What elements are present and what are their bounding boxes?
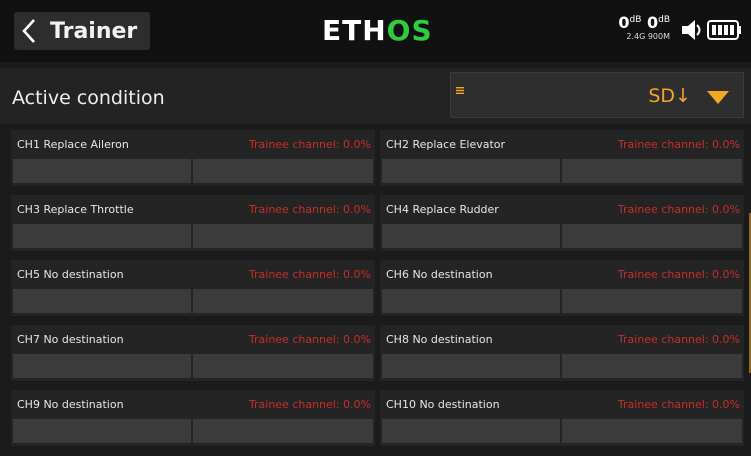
channel-card[interactable]: CH1 Replace Aileron Trainee channel: 0.0… [11, 130, 375, 186]
mode-field[interactable] [562, 289, 742, 313]
trainee-status: Trainee channel: 0.0% [617, 203, 740, 216]
source-field[interactable] [13, 289, 191, 313]
channel-card[interactable]: CH6 No destination Trainee channel: 0.0% [380, 260, 744, 316]
source-field[interactable] [13, 419, 191, 443]
source-field[interactable] [13, 224, 191, 248]
speaker-icon[interactable] [680, 18, 704, 46]
channel-label: CH10 No destination [386, 398, 500, 411]
rssi-2g4-value: 0 [618, 13, 630, 32]
trainee-status: Trainee channel: 0.0% [617, 138, 740, 151]
ethos-logo: ETHOS [322, 14, 433, 47]
status-area: 0dB 0dB 2.4G 900M [618, 14, 743, 50]
header-bar: Trainer ETHOS 0dB 0dB 2.4G 900M [0, 0, 751, 62]
source-field[interactable] [382, 159, 560, 183]
channel-label: CH6 No destination [386, 268, 493, 281]
source-field[interactable] [382, 289, 560, 313]
active-condition-value: SD↓ [648, 85, 691, 107]
trainee-status: Trainee channel: 0.0% [248, 138, 371, 151]
mode-field[interactable] [193, 159, 373, 183]
chevron-left-icon [14, 12, 44, 50]
battery-icon [707, 19, 743, 45]
trainee-status: Trainee channel: 0.0% [248, 333, 371, 346]
channel-card[interactable]: CH9 No destination Trainee channel: 0.0% [11, 390, 375, 446]
channel-card[interactable]: CH2 Replace Elevator Trainee channel: 0.… [380, 130, 744, 186]
band-label: 2.4G 900M [626, 32, 670, 41]
channel-card[interactable]: CH4 Replace Rudder Trainee channel: 0.0% [380, 195, 744, 251]
mode-field[interactable] [193, 224, 373, 248]
channel-card[interactable]: CH5 No destination Trainee channel: 0.0% [11, 260, 375, 316]
channel-label: CH2 Replace Elevator [386, 138, 506, 151]
channel-label: CH4 Replace Rudder [386, 203, 499, 216]
mode-field[interactable] [562, 224, 742, 248]
trainee-status: Trainee channel: 0.0% [617, 268, 740, 281]
active-condition-select[interactable]: SD↓ [450, 72, 744, 118]
channel-label: CH5 No destination [17, 268, 124, 281]
mode-field[interactable] [193, 354, 373, 378]
page-title: Trainer [50, 18, 138, 44]
source-field[interactable] [13, 159, 191, 183]
channel-label: CH9 No destination [17, 398, 124, 411]
channel-label: CH8 No destination [386, 333, 493, 346]
rssi-900m-value: 0 [646, 13, 659, 32]
source-field[interactable] [382, 224, 560, 248]
mode-field[interactable] [193, 419, 373, 443]
channel-label: CH3 Replace Throttle [17, 203, 134, 216]
channel-card[interactable]: CH8 No destination Trainee channel: 0.0% [380, 325, 744, 381]
source-field[interactable] [382, 354, 560, 378]
back-button[interactable]: Trainer [14, 12, 150, 50]
trainee-status: Trainee channel: 0.0% [248, 203, 371, 216]
active-condition-row: Active condition SD↓ [0, 68, 751, 124]
trainee-status: Trainee channel: 0.0% [617, 333, 740, 346]
channel-card[interactable]: CH3 Replace Throttle Trainee channel: 0.… [11, 195, 375, 251]
mode-field[interactable] [562, 354, 742, 378]
source-field[interactable] [13, 354, 191, 378]
mode-field[interactable] [562, 419, 742, 443]
source-field[interactable] [382, 419, 560, 443]
channel-label: CH7 No destination [17, 333, 124, 346]
mode-field[interactable] [562, 159, 742, 183]
active-condition-label: Active condition [12, 87, 165, 109]
channel-card[interactable]: CH10 No destination Trainee channel: 0.0… [380, 390, 744, 446]
trainee-status: Trainee channel: 0.0% [248, 268, 371, 281]
trainee-status: Trainee channel: 0.0% [617, 398, 740, 411]
menu-icon [456, 79, 464, 98]
channel-card[interactable]: CH7 No destination Trainee channel: 0.0% [11, 325, 375, 381]
channel-label: CH1 Replace Aileron [17, 138, 129, 151]
triangle-down-icon [707, 89, 729, 108]
mode-field[interactable] [193, 289, 373, 313]
trainee-status: Trainee channel: 0.0% [248, 398, 371, 411]
rssi-readout: 0dB 0dB 2.4G 900M [618, 13, 670, 42]
